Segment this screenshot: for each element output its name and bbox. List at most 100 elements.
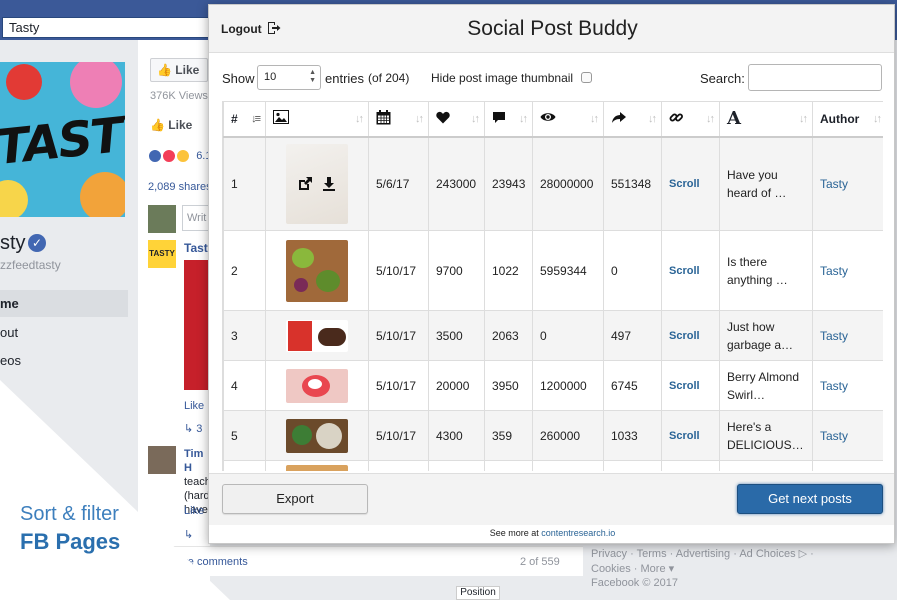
post-thumbnail[interactable] — [286, 144, 348, 224]
column-label: Author — [820, 112, 859, 126]
replies-link[interactable]: ↳ 3 — [184, 422, 202, 435]
post-thumbnail-cell — [266, 311, 369, 361]
page-nav-videos[interactable]: eos — [0, 347, 128, 374]
table-row[interactable]: 55/10/1743003592600001033ScrollHere's a … — [224, 411, 884, 461]
column-header-link[interactable]: ↓↑ — [662, 102, 720, 137]
table-row[interactable]: 45/10/1720000395012000006745ScrollBerry … — [224, 361, 884, 411]
posts-table-container[interactable]: # ↓≡ ↓↑ — [222, 101, 883, 471]
scroll-link[interactable]: Scroll — [669, 330, 700, 342]
open-external-icon[interactable] — [297, 176, 313, 192]
column-header-views[interactable]: ↓↑ — [533, 102, 604, 137]
post-thumbnail[interactable] — [286, 465, 348, 472]
likes-count: 4300 — [436, 429, 463, 443]
table-row[interactable]: 25/10/179700102259593440ScrollIs there a… — [224, 231, 884, 311]
row-number: 4 — [231, 379, 238, 393]
column-header-number[interactable]: # ↓≡ — [224, 102, 266, 137]
column-header-image[interactable]: ↓↑ — [266, 102, 369, 137]
comment-like-link[interactable]: Like · — [184, 505, 211, 517]
stepper-arrows-icon: ▲▼ — [309, 69, 316, 85]
commenter-name[interactable]: Tim H — [184, 448, 203, 474]
post-text-cell: Here's a DELICIOUS… — [720, 411, 813, 461]
likes-count-cell: 243000 — [429, 137, 485, 231]
author-link[interactable]: Tasty — [820, 429, 848, 443]
eye-icon — [540, 111, 556, 123]
column-header-shares[interactable]: ↓↑ — [604, 102, 662, 137]
column-header-author[interactable]: Author ↓↑ — [813, 102, 884, 137]
get-next-posts-button[interactable]: Get next posts — [737, 484, 883, 514]
export-button[interactable]: Export — [222, 484, 368, 514]
row-number: 5 — [231, 429, 238, 443]
column-header-date[interactable]: ↓↑ — [369, 102, 429, 137]
table-row-partial[interactable] — [224, 461, 884, 472]
footer-links[interactable]: Cookies · More ▾ — [591, 562, 814, 577]
post-like-action[interactable]: 👍 Like — [150, 118, 192, 132]
comment-like-link[interactable]: Like · — [184, 400, 211, 412]
empty-cell — [429, 461, 485, 472]
post-thumbnail[interactable] — [286, 320, 348, 352]
post-date-cell: 5/10/17 — [369, 231, 429, 311]
author-link[interactable]: Tasty — [820, 264, 848, 278]
row-number-cell: 4 — [224, 361, 266, 411]
row-number: 1 — [231, 177, 238, 191]
likes-count-cell: 9700 — [429, 231, 485, 311]
post-thumbnail-cell — [266, 361, 369, 411]
footer-links[interactable]: Privacy · Terms · Advertising · Ad Choic… — [591, 547, 814, 562]
sort-icon: ↓↑ — [873, 113, 880, 125]
page-nav-about[interactable]: out — [0, 319, 128, 346]
comment-video-thumbnail[interactable] — [184, 260, 210, 390]
scroll-link[interactable]: Scroll — [669, 380, 700, 392]
sort-icon: ↓↑ — [415, 113, 422, 125]
table-row[interactable]: 15/6/172430002394328000000551348ScrollHa… — [224, 137, 884, 231]
search-input[interactable] — [748, 64, 882, 91]
post-thumbnail[interactable] — [286, 419, 348, 453]
post-thumbnail-cell — [266, 231, 369, 311]
post-like-label: Like — [168, 118, 192, 132]
author-link[interactable]: Tasty — [820, 177, 848, 191]
shares-count-cell: 6745 — [604, 361, 662, 411]
comments-count-cell: 2063 — [485, 311, 533, 361]
facebook-search-input[interactable]: Tasty — [2, 17, 212, 38]
post-thumbnail[interactable] — [286, 369, 348, 403]
post-thumbnail-cell — [266, 137, 369, 231]
scroll-link[interactable]: Scroll — [669, 430, 700, 442]
column-header-text[interactable]: A ↓↑ — [720, 102, 813, 137]
table-header-row: # ↓≡ ↓↑ — [224, 102, 884, 137]
image-icon — [273, 110, 289, 124]
views-count: 5959344 — [540, 264, 587, 278]
contentresearch-link[interactable]: contentresearch.io — [541, 528, 615, 538]
download-icon[interactable] — [321, 176, 337, 192]
author-link[interactable]: Tasty — [820, 329, 848, 343]
table-row[interactable]: 35/10/17350020630497ScrollJust how garba… — [224, 311, 884, 361]
author-link[interactable]: Tasty — [820, 379, 848, 393]
column-header-likes[interactable]: ↓↑ — [429, 102, 485, 137]
page-like-button[interactable]: 👍 Like — [150, 58, 208, 82]
thumbs-up-icon: 👍 — [150, 118, 165, 132]
post-date: 5/6/17 — [376, 177, 409, 191]
shares-count: 497 — [611, 329, 631, 343]
share-arrow-icon — [611, 111, 627, 124]
like-button-label: Like — [175, 63, 199, 77]
reactions-summary[interactable]: 6.1 — [148, 149, 211, 163]
post-text: Have you heard of … — [727, 168, 786, 200]
scroll-link[interactable]: Scroll — [669, 178, 700, 190]
comments-count: 2063 — [492, 329, 519, 343]
post-text-cell: Is there anything … — [720, 231, 813, 311]
view-more-comments-link[interactable]: ore comments — [178, 556, 248, 568]
post-thumbnail[interactable] — [286, 240, 348, 302]
comments-count: 359 — [492, 429, 512, 443]
write-comment-input[interactable]: Writ — [182, 205, 210, 231]
entries-per-page-select[interactable]: 10 ▲▼ — [257, 65, 321, 90]
post-text-cell: Just how garbage a… — [720, 311, 813, 361]
row-number-cell: 2 — [224, 231, 266, 311]
hide-thumbnail-checkbox[interactable] — [581, 72, 592, 83]
post-text: Just how garbage a… — [727, 320, 793, 352]
page-nav-home[interactable]: me — [0, 290, 128, 317]
row-number-cell: 5 — [224, 411, 266, 461]
scroll-link[interactable]: Scroll — [669, 265, 700, 277]
shares-count[interactable]: 2,089 shares — [148, 181, 212, 193]
scroll-link-cell: Scroll — [662, 411, 720, 461]
empty-cell — [662, 461, 720, 472]
replies-link[interactable]: ↳ — [184, 528, 193, 541]
column-header-comments[interactable]: ↓↑ — [485, 102, 533, 137]
sort-icon: ↓↑ — [471, 113, 478, 125]
